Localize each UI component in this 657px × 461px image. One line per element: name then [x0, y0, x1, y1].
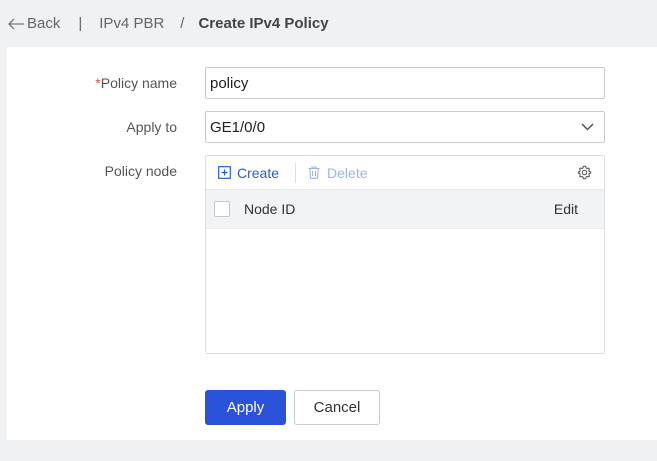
- breadcrumb-slash: /: [180, 15, 185, 32]
- policy-name-input[interactable]: [210, 68, 604, 98]
- cancel-button[interactable]: Cancel: [294, 390, 380, 425]
- form-panel: *Policy name Apply to GE1/0/0 Policy nod…: [7, 47, 657, 440]
- back-label: Back: [27, 15, 61, 32]
- breadcrumb: Back | IPv4 PBR / Create IPv4 Policy: [0, 0, 657, 47]
- policy-node-label: Policy node: [104, 163, 177, 179]
- policy-name-field[interactable]: [205, 67, 605, 99]
- page-title: Create IPv4 Policy: [198, 15, 329, 32]
- toolbar-divider: [295, 162, 297, 183]
- create-button[interactable]: Create: [218, 165, 279, 181]
- plus-square-icon: [218, 166, 231, 179]
- select-all-checkbox[interactable]: [214, 201, 230, 217]
- table-body: [206, 229, 604, 353]
- delete-button[interactable]: Delete: [308, 164, 368, 181]
- policy-node-table: Create Delete Node ID Edit: [205, 155, 605, 354]
- apply-to-label: Apply to: [126, 119, 177, 135]
- column-node-id[interactable]: Node ID: [244, 201, 295, 217]
- table-header: Node ID Edit: [206, 189, 604, 229]
- column-edit: Edit: [553, 201, 578, 217]
- create-label: Create: [237, 164, 280, 181]
- policy-name-label: *Policy name: [7, 75, 177, 91]
- back-button[interactable]: Back: [7, 15, 60, 32]
- chevron-down-icon: [581, 123, 594, 131]
- table-toolbar: Create Delete: [206, 156, 604, 189]
- apply-to-value: GE1/0/0: [210, 118, 266, 136]
- policy-name-label-text: Policy name: [100, 75, 177, 91]
- apply-to-select[interactable]: GE1/0/0: [205, 111, 605, 143]
- breadcrumb-separator: |: [78, 15, 83, 32]
- delete-label: Delete: [327, 164, 368, 181]
- trash-icon: [308, 166, 320, 179]
- arrow-left-icon: [8, 18, 24, 29]
- breadcrumb-parent[interactable]: IPv4 PBR: [99, 15, 164, 32]
- gear-icon[interactable]: [577, 165, 592, 180]
- apply-button[interactable]: Apply: [205, 390, 286, 425]
